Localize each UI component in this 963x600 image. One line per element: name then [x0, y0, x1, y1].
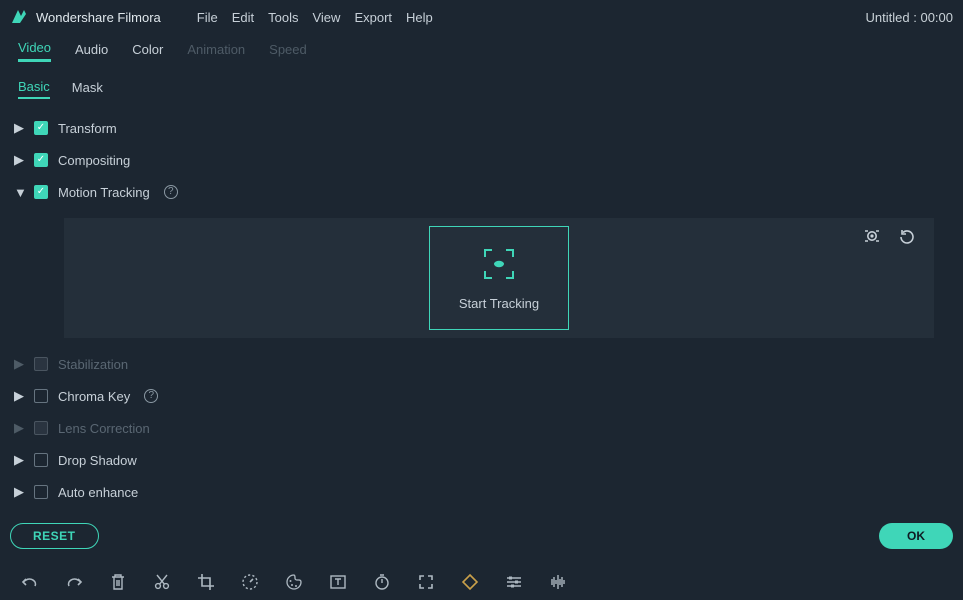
mosaic-preview-icon[interactable] — [862, 228, 882, 246]
expand-icon[interactable]: ▶ — [14, 484, 24, 500]
footer-buttons: RESET OK — [10, 514, 953, 558]
prop-lens-correction-row: ▶ Lens Correction — [14, 412, 949, 444]
prop-auto-enhance-row: ▶ Auto enhance — [14, 476, 949, 508]
prop-auto-enhance-label: Auto enhance — [58, 485, 138, 500]
prop-drop-shadow-row: ▶ Drop Shadow — [14, 444, 949, 476]
titlebar: Wondershare Filmora File Edit Tools View… — [0, 0, 963, 34]
checkbox-compositing[interactable]: ✓ — [34, 153, 48, 167]
checkbox-motion-tracking[interactable]: ✓ — [34, 185, 48, 199]
speed-icon[interactable] — [240, 572, 260, 592]
fullscreen-icon[interactable] — [416, 572, 436, 592]
cut-icon[interactable] — [152, 572, 172, 592]
prop-transform-row: ▶ ✓ Transform — [14, 112, 949, 144]
properties-panel: ▶ ✓ Transform ▶ ✓ Compositing ▼ ✓ Motion… — [0, 104, 963, 508]
color-icon[interactable] — [284, 572, 304, 592]
menu-view[interactable]: View — [312, 10, 340, 25]
reset-button[interactable]: RESET — [10, 523, 99, 549]
tabs-secondary: Basic Mask — [0, 74, 963, 104]
reset-tracking-icon[interactable] — [898, 228, 916, 246]
expand-icon: ▶ — [14, 420, 24, 436]
expand-icon[interactable]: ▶ — [14, 388, 24, 404]
undo-icon[interactable] — [20, 572, 40, 592]
checkbox-auto-enhance[interactable] — [34, 485, 48, 499]
checkbox-chroma-key[interactable] — [34, 389, 48, 403]
checkbox-transform[interactable]: ✓ — [34, 121, 48, 135]
prop-chroma-key-row: ▶ Chroma Key ? — [14, 380, 949, 412]
expand-icon[interactable]: ▶ — [14, 452, 24, 468]
tab-color[interactable]: Color — [132, 42, 163, 61]
motion-tracking-panel-actions — [862, 228, 916, 246]
tab-animation: Animation — [187, 42, 245, 61]
tab-video[interactable]: Video — [18, 40, 51, 62]
expand-icon[interactable]: ▶ — [14, 120, 24, 136]
tab-basic[interactable]: Basic — [18, 79, 50, 99]
checkbox-drop-shadow[interactable] — [34, 453, 48, 467]
prop-transform-label: Transform — [58, 121, 117, 136]
prop-stabilization-row: ▶ Stabilization — [14, 348, 949, 380]
audio-waveform-icon[interactable] — [548, 572, 568, 592]
prop-motion-tracking-label: Motion Tracking — [58, 185, 150, 200]
menu-export[interactable]: Export — [354, 10, 392, 25]
prop-lens-correction-label: Lens Correction — [58, 421, 150, 436]
expand-icon[interactable]: ▶ — [14, 152, 24, 168]
ok-button[interactable]: OK — [879, 523, 953, 549]
project-status: Untitled : 00:00 — [866, 10, 953, 25]
prop-compositing-label: Compositing — [58, 153, 130, 168]
menu-edit[interactable]: Edit — [232, 10, 254, 25]
menu-file[interactable]: File — [197, 10, 218, 25]
delete-icon[interactable] — [108, 572, 128, 592]
menu-tools[interactable]: Tools — [268, 10, 298, 25]
start-tracking-label: Start Tracking — [459, 296, 539, 311]
start-tracking-button[interactable]: Start Tracking — [429, 226, 569, 330]
help-icon[interactable]: ? — [164, 185, 178, 199]
duration-icon[interactable] — [372, 572, 392, 592]
prop-motion-tracking-row: ▼ ✓ Motion Tracking ? — [14, 176, 949, 208]
app-menu: File Edit Tools View Export Help — [197, 10, 433, 25]
tab-speed: Speed — [269, 42, 307, 61]
motion-tracking-panel: Start Tracking — [64, 218, 934, 338]
keyframe-icon[interactable] — [460, 572, 480, 592]
timeline-toolbar — [0, 564, 963, 600]
tab-mask[interactable]: Mask — [72, 80, 103, 98]
tabs-primary: Video Audio Color Animation Speed — [0, 34, 963, 68]
expand-icon: ▶ — [14, 356, 24, 372]
prop-compositing-row: ▶ ✓ Compositing — [14, 144, 949, 176]
app-logo-icon — [10, 8, 28, 26]
help-icon[interactable]: ? — [144, 389, 158, 403]
checkbox-stabilization — [34, 357, 48, 371]
crop-icon[interactable] — [196, 572, 216, 592]
tab-audio[interactable]: Audio — [75, 42, 108, 61]
checkbox-lens-correction — [34, 421, 48, 435]
prop-drop-shadow-label: Drop Shadow — [58, 453, 137, 468]
adjust-icon[interactable] — [504, 572, 524, 592]
text-icon[interactable] — [328, 572, 348, 592]
tracking-target-icon — [481, 246, 517, 282]
prop-stabilization-label: Stabilization — [58, 357, 128, 372]
app-title: Wondershare Filmora — [36, 10, 161, 25]
menu-help[interactable]: Help — [406, 10, 433, 25]
redo-icon[interactable] — [64, 572, 84, 592]
collapse-icon[interactable]: ▼ — [14, 185, 24, 200]
prop-chroma-key-label: Chroma Key — [58, 389, 130, 404]
